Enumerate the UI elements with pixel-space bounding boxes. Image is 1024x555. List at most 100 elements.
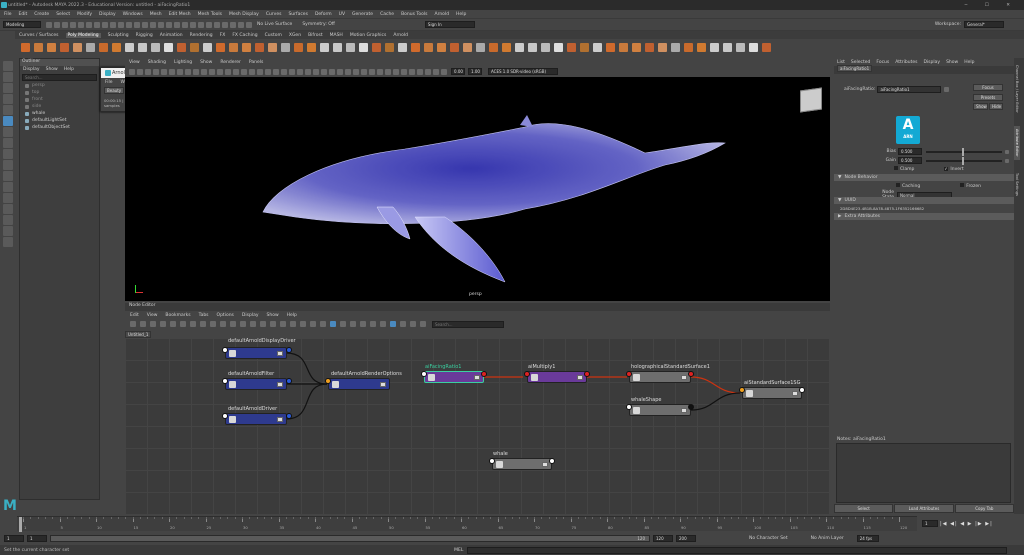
status-tool-icon[interactable] (230, 21, 236, 28)
menu-generate[interactable]: Generate (352, 12, 373, 17)
shelf-tab[interactable]: Custom (265, 33, 282, 38)
node-editor-menu-item[interactable]: View (147, 313, 158, 318)
node-output-port[interactable] (688, 404, 694, 410)
viewport-tool-icon[interactable] (169, 68, 175, 75)
ae-presets-button[interactable]: Presets (973, 94, 1003, 101)
node-editor-tool-icon[interactable] (380, 321, 386, 327)
node-whale-shape[interactable] (629, 404, 691, 416)
shelf-tab[interactable]: Sculpting (108, 33, 129, 38)
viewport-tool-icon[interactable] (145, 68, 151, 75)
shelf-tool-icon[interactable] (437, 43, 446, 52)
outliner-menu-item[interactable]: Display (23, 67, 40, 72)
node-editor-tool-icon[interactable] (220, 321, 226, 327)
viewport-tool-icon[interactable] (345, 68, 351, 75)
shelf-tool-icon[interactable] (294, 43, 303, 52)
shelf-tool-icon[interactable] (567, 43, 576, 52)
viewport-tool-icon[interactable] (161, 68, 167, 75)
viewport-tool-icon[interactable] (217, 68, 223, 75)
viewport-tool-icon[interactable] (225, 68, 231, 75)
node-output-port[interactable] (584, 371, 590, 377)
menu-mesh-display[interactable]: Mesh Display (229, 12, 259, 17)
shelf-tool-icon[interactable] (60, 43, 69, 52)
shelf-tab[interactable]: Animation (160, 33, 183, 38)
shelf-tool-icon[interactable] (372, 43, 381, 52)
status-tool-icon[interactable] (206, 21, 212, 28)
status-tool-icon[interactable] (126, 21, 132, 28)
menu-edit[interactable]: Edit (19, 12, 28, 17)
ae-name-field[interactable]: aiFacingRatio1 (877, 85, 942, 93)
status-tool-icon[interactable] (78, 21, 84, 28)
node-editor-tool-icon[interactable] (350, 321, 356, 327)
mel-label[interactable]: MEL (454, 548, 463, 553)
shelf-tool-icon[interactable] (580, 43, 589, 52)
gain-field[interactable]: 0.500 (898, 157, 922, 164)
status-tool-icon[interactable] (142, 21, 148, 28)
shelf-tool-icon[interactable] (333, 43, 342, 52)
viewport-tool-icon[interactable] (337, 68, 343, 75)
shelf-tool-icon[interactable] (411, 43, 420, 52)
shelf-tab[interactable]: Arnold (393, 33, 408, 38)
shelf-tab[interactable]: Curves / Surfaces (19, 33, 59, 38)
shelf-tool-icon[interactable] (125, 43, 134, 52)
status-tool-icon[interactable] (54, 21, 60, 28)
node-editor-tool-icon[interactable] (190, 321, 196, 327)
toolbox-tool-icon[interactable] (3, 105, 13, 115)
shelf-tool-icon[interactable] (73, 43, 82, 52)
shelf-tool-icon[interactable] (216, 43, 225, 52)
bias-field[interactable]: 0.500 (898, 148, 922, 155)
status-tool-icon[interactable] (182, 21, 188, 28)
character-set[interactable]: No Character Set (749, 536, 788, 541)
node-editor-menu-item[interactable]: Bookmarks (165, 313, 190, 318)
viewport-tool-icon[interactable] (385, 68, 391, 75)
status-tool-icon[interactable] (102, 21, 108, 28)
shelf-tool-icon[interactable] (736, 43, 745, 52)
menu-cache[interactable]: Cache (380, 12, 394, 17)
far-clip[interactable]: 1.00 (468, 68, 482, 75)
viewport-tool-icon[interactable] (209, 68, 215, 75)
shelf-tool-icon[interactable] (190, 43, 199, 52)
outliner-search[interactable]: Search... (22, 74, 97, 81)
gain-map-icon[interactable] (1005, 158, 1009, 163)
menu-surfaces[interactable]: Surfaces (288, 12, 308, 17)
viewport-menu-item[interactable]: Show (200, 60, 212, 65)
shelf-tool-icon[interactable] (21, 43, 30, 52)
shelf-tool-icon[interactable] (489, 43, 498, 52)
viewport-tool-icon[interactable] (185, 68, 191, 75)
node-output-port[interactable] (549, 458, 555, 464)
toolbox-tool-icon[interactable] (3, 61, 13, 71)
viewport-tool-icon[interactable] (377, 68, 383, 75)
viewport-tool-icon[interactable] (393, 68, 399, 75)
notes-field[interactable] (836, 443, 1011, 503)
shelf-tab[interactable]: XGen (289, 33, 301, 38)
shelf-tab[interactable]: FX (220, 33, 226, 38)
menu-uv[interactable]: UV (339, 12, 345, 17)
shelf-tab[interactable]: MASH (330, 33, 343, 38)
shelf-tool-icon[interactable] (34, 43, 43, 52)
ae-menu-item[interactable]: Selected (851, 60, 871, 65)
node-editor-tool-icon[interactable] (260, 321, 266, 327)
node-holographic[interactable] (629, 371, 691, 383)
node-sg[interactable] (742, 387, 802, 399)
status-tool-icon[interactable] (62, 21, 68, 28)
node-output-port[interactable] (481, 371, 487, 377)
shelf-tool-icon[interactable] (138, 43, 147, 52)
shelf-tool-icon[interactable] (606, 43, 615, 52)
node-display-driver[interactable] (225, 347, 287, 359)
fps-select[interactable]: 24 fps (856, 535, 879, 542)
outliner-item[interactable]: defaultLightSet (24, 117, 99, 124)
menu-edit-mesh[interactable]: Edit Mesh (169, 12, 191, 17)
status-tool-icon[interactable] (246, 21, 252, 28)
status-tool-icon[interactable] (158, 21, 164, 28)
near-clip[interactable]: 0.00 (451, 68, 465, 75)
shelf-tab[interactable]: Rendering (190, 33, 213, 38)
uuid-section[interactable]: ▼ UUID (834, 197, 1014, 204)
shelf-tool-icon[interactable] (112, 43, 121, 52)
outliner-item[interactable]: side (24, 103, 99, 110)
node-editor-tool-icon[interactable] (200, 321, 206, 327)
shelf-tool-icon[interactable] (242, 43, 251, 52)
viewport-tool-icon[interactable] (257, 68, 263, 75)
node-editor-tool-icon[interactable] (330, 321, 336, 327)
select-button[interactable]: Select (834, 503, 894, 513)
status-tool-icon[interactable] (110, 21, 116, 28)
node-editor-tool-icon[interactable] (160, 321, 166, 327)
